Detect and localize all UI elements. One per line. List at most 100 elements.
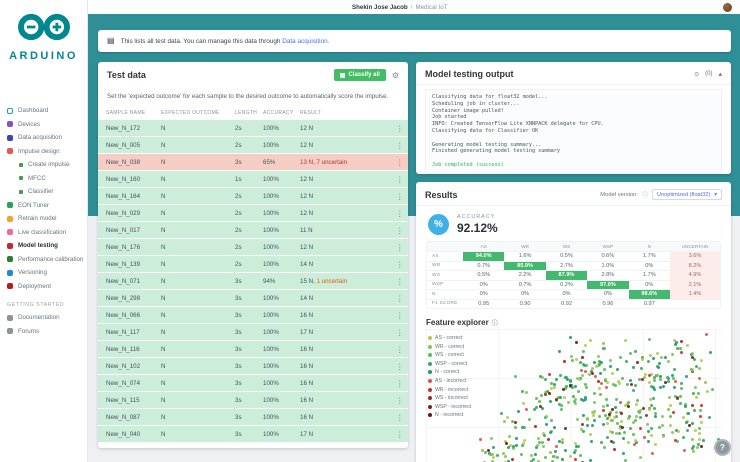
scatter-point[interactable] xyxy=(700,359,704,363)
scatter-point[interactable] xyxy=(563,396,567,400)
scatter-point[interactable] xyxy=(586,423,590,427)
table-row[interactable]: New_N_005 N 2s 100% 12 N ⋮ xyxy=(98,137,408,154)
scatter-point[interactable] xyxy=(606,403,610,407)
scatter-point[interactable] xyxy=(669,423,673,427)
scatter-point[interactable] xyxy=(543,393,547,397)
scatter-point[interactable] xyxy=(619,356,623,360)
scatter-point[interactable] xyxy=(641,406,645,410)
scatter-point[interactable] xyxy=(574,340,578,344)
scatter-point[interactable] xyxy=(671,410,675,414)
scatter-point[interactable] xyxy=(678,402,682,406)
scatter-point[interactable] xyxy=(625,382,629,386)
table-row[interactable]: New_N_139 N 2s 100% 14 N ⋮ xyxy=(98,256,408,273)
scatter-point[interactable] xyxy=(614,406,618,410)
scatter-point[interactable] xyxy=(668,415,672,419)
table-row[interactable]: New_N_117 N 3s 100% 17 N ⋮ xyxy=(98,324,408,341)
scatter-point[interactable] xyxy=(698,408,702,412)
table-row[interactable]: New_N_017 N 2s 100% 11 N ⋮ xyxy=(98,222,408,239)
scatter-point[interactable] xyxy=(602,446,606,450)
legend-item[interactable]: WSP - incorrect xyxy=(428,404,471,410)
scatter-point[interactable] xyxy=(561,458,565,462)
scatter-point[interactable] xyxy=(698,426,702,430)
scatter-point[interactable] xyxy=(543,456,547,460)
scatter-point[interactable] xyxy=(681,435,685,439)
scatter-point[interactable] xyxy=(648,373,652,377)
scatter-point[interactable] xyxy=(696,392,700,396)
kebab-icon[interactable]: ⋮ xyxy=(388,175,412,184)
scatter-point[interactable] xyxy=(537,440,541,444)
kebab-icon[interactable]: ⋮ xyxy=(388,379,412,388)
legend-item[interactable]: WSP - correct xyxy=(428,361,471,367)
scatter-point[interactable] xyxy=(698,414,702,418)
kebab-icon[interactable]: ⋮ xyxy=(388,294,412,303)
scatter-point[interactable] xyxy=(652,357,656,361)
scatter-point[interactable] xyxy=(581,355,585,359)
table-row[interactable]: New_N_040 N 3s 100% 17 N ⋮ xyxy=(98,426,408,443)
scatter-point[interactable] xyxy=(593,392,597,396)
scatter-point[interactable] xyxy=(608,358,612,362)
scatter-point[interactable] xyxy=(704,381,708,385)
scatter-point[interactable] xyxy=(612,415,616,419)
scatter-point[interactable] xyxy=(691,422,695,426)
scatter-point[interactable] xyxy=(569,380,573,384)
scatter-point[interactable] xyxy=(552,385,556,389)
help-button[interactable]: ? xyxy=(714,439,731,456)
scatter-point[interactable] xyxy=(484,451,488,455)
scatter-point[interactable] xyxy=(539,394,543,398)
scatter-point[interactable] xyxy=(569,455,573,459)
table-row[interactable]: New_N_071 N 3s 94% 15 N, 1 uncertain ⋮ xyxy=(98,273,408,290)
scatter-point[interactable] xyxy=(571,358,575,362)
scatter-point[interactable] xyxy=(693,429,697,433)
scatter-point[interactable] xyxy=(596,355,600,359)
scatter-point[interactable] xyxy=(514,374,518,378)
scatter-point[interactable] xyxy=(579,453,583,457)
scatter-point[interactable] xyxy=(668,403,672,407)
scatter-point[interactable] xyxy=(510,457,514,461)
scatter-point[interactable] xyxy=(696,446,700,450)
scatter-point[interactable] xyxy=(710,388,714,392)
scatter-point[interactable] xyxy=(670,352,674,356)
scatter-point[interactable] xyxy=(651,386,655,390)
scatter-point[interactable] xyxy=(543,433,547,437)
legend-item[interactable]: WR - correct xyxy=(428,344,471,350)
scatter-point[interactable] xyxy=(577,378,581,382)
scatter-point[interactable] xyxy=(546,438,550,442)
scatter-point[interactable] xyxy=(563,427,567,431)
scatter-point[interactable] xyxy=(555,445,559,449)
scatter-point[interactable] xyxy=(698,376,702,380)
scatter-point[interactable] xyxy=(613,448,617,452)
scatter-point[interactable] xyxy=(500,412,504,416)
scatter-point[interactable] xyxy=(626,405,630,409)
scatter-point[interactable] xyxy=(524,391,528,395)
scatter-point[interactable] xyxy=(567,401,571,405)
scatter-point[interactable] xyxy=(561,440,565,444)
scatter-point[interactable] xyxy=(588,433,592,437)
scatter-point[interactable] xyxy=(541,444,545,448)
scatter-point[interactable] xyxy=(660,356,664,360)
scatter-point[interactable] xyxy=(549,431,553,435)
scatter-point[interactable] xyxy=(626,401,630,405)
scatter-point[interactable] xyxy=(536,437,540,441)
scatter-point[interactable] xyxy=(685,344,689,348)
scatter-point[interactable] xyxy=(591,414,595,418)
scatter-point[interactable] xyxy=(600,440,604,444)
scatter-point[interactable] xyxy=(599,371,603,375)
scatter-point[interactable] xyxy=(638,377,642,381)
scatter-point[interactable] xyxy=(490,437,494,441)
feature-explorer-plot[interactable]: AS - correct WR - correct WS - correct WSP … xyxy=(426,329,721,462)
scatter-point[interactable] xyxy=(624,458,628,462)
scatter-point[interactable] xyxy=(524,407,528,411)
scatter-point[interactable] xyxy=(626,416,630,420)
scatter-point[interactable] xyxy=(631,420,635,424)
scatter-point[interactable] xyxy=(496,453,500,457)
legend-item[interactable]: AS - correct xyxy=(428,335,471,341)
scatter-point[interactable] xyxy=(640,357,644,361)
kebab-icon[interactable]: ⋮ xyxy=(388,396,412,405)
jobs-icon[interactable]: ⊙ xyxy=(694,71,699,78)
scatter-point[interactable] xyxy=(580,423,584,427)
scatter-point[interactable] xyxy=(679,351,683,355)
scatter-point[interactable] xyxy=(478,438,482,442)
scatter-point[interactable] xyxy=(680,340,684,344)
scatter-point[interactable] xyxy=(651,451,655,455)
scatter-point[interactable] xyxy=(620,411,624,415)
